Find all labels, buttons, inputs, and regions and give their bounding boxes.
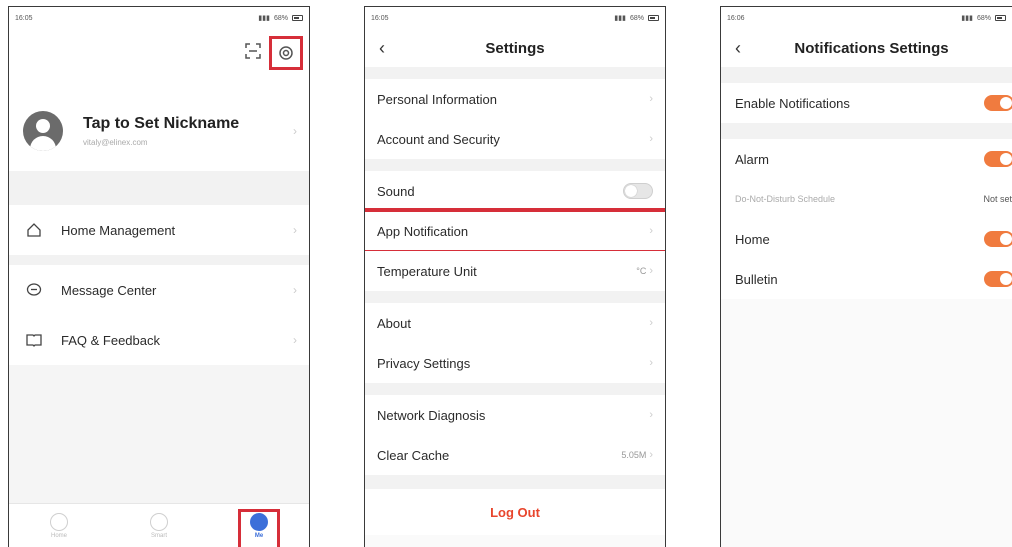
status-bar: 16:05 ▮▮▮ 68%	[9, 7, 309, 29]
chevron-right-icon: ›	[649, 449, 653, 461]
row-enable-notifications: Enable Notifications	[721, 83, 1012, 123]
tab-me[interactable]: Me	[229, 508, 289, 547]
nickname: Tap to Set Nickname	[83, 115, 240, 132]
chevron-right-icon: ›	[649, 317, 653, 329]
home-icon	[25, 221, 43, 239]
gear-icon[interactable]	[278, 45, 294, 61]
row-temperature-unit[interactable]: Temperature Unit °C ›	[365, 251, 665, 291]
back-icon[interactable]: ‹	[379, 38, 385, 59]
email: vitaly@elinex.com	[83, 138, 148, 147]
row-home: Home	[721, 219, 1012, 259]
battery-percent: 68%	[976, 14, 991, 22]
battery-icon	[648, 15, 659, 21]
signal-icon: ▮▮▮	[961, 15, 973, 22]
menu-label: FAQ & Feedback	[61, 332, 160, 348]
message-icon	[25, 281, 43, 299]
page-title: Notifications Settings	[794, 39, 949, 57]
row-bulletin: Bulletin	[721, 259, 1012, 299]
cache-size: 5.05M	[621, 450, 647, 460]
row-about[interactable]: About ›	[365, 303, 665, 343]
row-alarm: Alarm	[721, 139, 1012, 179]
battery-icon	[995, 15, 1006, 21]
row-label: Home	[735, 231, 770, 247]
row-app-notification[interactable]: App Notification ›	[365, 208, 665, 254]
row-personal-information[interactable]: Personal Information ›	[365, 79, 665, 119]
chevron-right-icon: ›	[649, 225, 653, 237]
row-label: Privacy Settings	[377, 355, 471, 371]
row-label: Network Diagnosis	[377, 407, 486, 423]
menu-faq-feedback[interactable]: FAQ & Feedback ›	[9, 315, 309, 365]
user-tab-icon	[250, 512, 268, 531]
row-label: Bulletin	[735, 271, 778, 287]
bulletin-toggle[interactable]	[984, 271, 1012, 287]
nav-bar: ‹ Notifications Settings	[721, 29, 1012, 67]
status-time: 16:05	[15, 14, 33, 22]
row-dnd-schedule[interactable]: Do-Not-Disturb Schedule Not set	[721, 179, 1012, 219]
chevron-right-icon: ›	[649, 357, 653, 369]
notifications-screen: 16:06 ▮▮▮ 68% ‹ Notifications Settings En…	[720, 6, 1012, 547]
row-label: About	[377, 315, 411, 331]
home-tab-icon	[50, 512, 68, 531]
back-icon[interactable]: ‹	[735, 38, 741, 59]
row-label: Sound	[377, 183, 415, 199]
tab-bar: Home Smart Me	[9, 503, 309, 547]
menu-message-center[interactable]: Message Center ›	[9, 265, 309, 315]
row-label: Alarm	[735, 151, 769, 167]
nav-bar: ‹ Settings	[365, 29, 665, 67]
status-time: 16:05	[371, 14, 389, 22]
tab-smart[interactable]: Smart	[129, 512, 189, 539]
alarm-toggle[interactable]	[984, 151, 1012, 167]
row-label: Enable Notifications	[735, 95, 850, 111]
menu-home-management[interactable]: Home Management ›	[9, 205, 309, 255]
row-label: App Notification	[377, 223, 469, 239]
row-label: Clear Cache	[377, 447, 450, 463]
signal-icon: ▮▮▮	[614, 15, 626, 22]
dnd-value: Not set	[983, 194, 1012, 204]
chevron-right-icon: ›	[293, 223, 297, 237]
book-icon	[25, 331, 43, 349]
menu-label: Home Management	[61, 222, 176, 238]
enable-notifications-toggle[interactable]	[984, 95, 1012, 111]
chevron-right-icon: ›	[293, 283, 297, 297]
logout-button[interactable]: Log Out	[365, 489, 665, 535]
chevron-right-icon: ›	[649, 265, 653, 277]
chevron-right-icon: ›	[649, 409, 653, 421]
smart-tab-icon	[150, 512, 168, 531]
row-label: Temperature Unit	[377, 263, 477, 279]
chevron-right-icon: ›	[293, 333, 297, 347]
signal-icon: ▮▮▮	[258, 15, 270, 22]
profile-row[interactable]: Tap to Set Nickname vitaly@elinex.com ›	[9, 91, 309, 171]
status-time: 16:06	[727, 14, 745, 22]
chevron-right-icon: ›	[649, 93, 653, 105]
row-clear-cache[interactable]: Clear Cache 5.05M ›	[365, 435, 665, 475]
menu-label: Message Center	[61, 282, 157, 298]
sound-toggle[interactable]	[623, 183, 653, 199]
row-label: Account and Security	[377, 131, 500, 147]
avatar	[23, 111, 63, 151]
temperature-value: °C	[636, 266, 647, 276]
status-bar: 16:06 ▮▮▮ 68%	[721, 7, 1012, 29]
settings-screen: 16:05 ▮▮▮ 68% ‹ Settings Personal Informa…	[364, 6, 666, 547]
battery-percent: 68%	[629, 14, 644, 22]
row-label: Personal Information	[377, 91, 497, 107]
scan-icon[interactable]	[245, 43, 261, 59]
chevron-right-icon: ›	[649, 133, 653, 145]
row-privacy-settings[interactable]: Privacy Settings ›	[365, 343, 665, 383]
battery-percent: 68%	[273, 14, 288, 22]
me-screen: 16:05 ▮▮▮ 68% Tap to Set Nickname vitaly@…	[8, 6, 310, 547]
home-toggle[interactable]	[984, 231, 1012, 247]
page-title: Settings	[485, 39, 545, 57]
row-network-diagnosis[interactable]: Network Diagnosis ›	[365, 395, 665, 435]
me-header	[9, 29, 309, 91]
row-label: Do-Not-Disturb Schedule	[735, 194, 836, 204]
settings-highlight	[269, 36, 303, 70]
row-sound: Sound	[365, 171, 665, 211]
chevron-right-icon: ›	[293, 124, 297, 138]
status-bar: 16:05 ▮▮▮ 68%	[365, 7, 665, 29]
tab-home[interactable]: Home	[29, 512, 89, 539]
battery-icon	[292, 15, 303, 21]
row-account-security[interactable]: Account and Security ›	[365, 119, 665, 159]
